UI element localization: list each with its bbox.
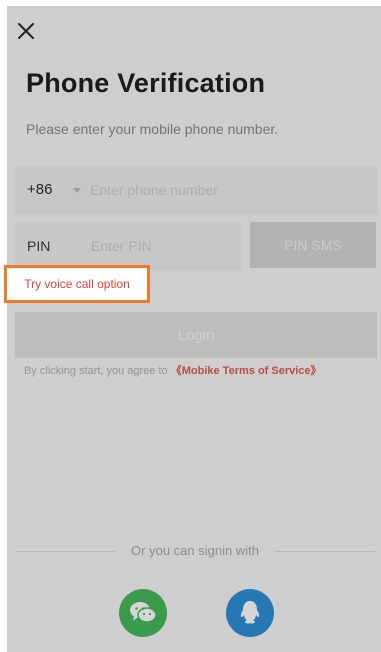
dim-overlay: [7, 6, 381, 652]
voice-call-option-button[interactable]: Try voice call option: [4, 265, 150, 303]
